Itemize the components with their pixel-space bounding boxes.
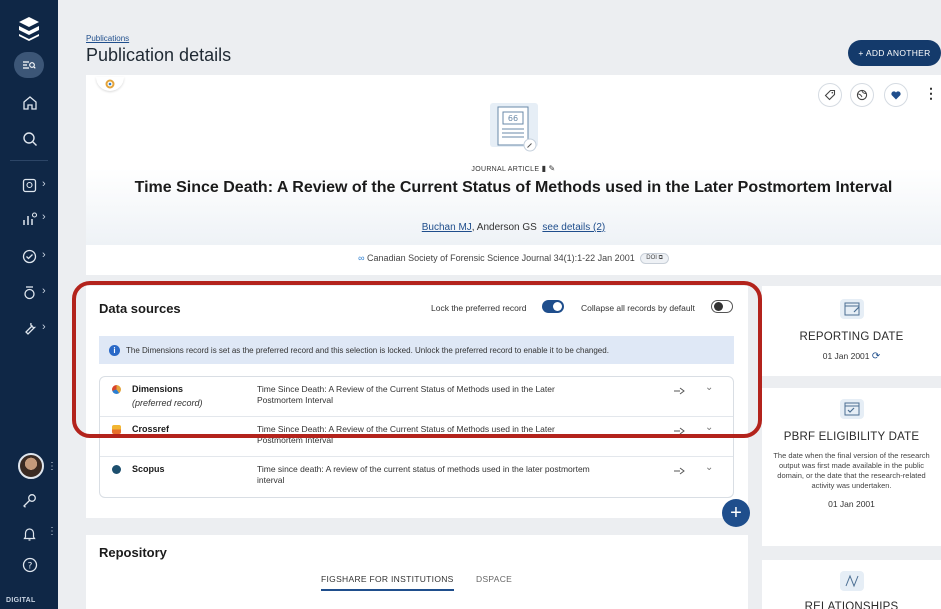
calendar-icon — [762, 286, 941, 325]
notifications-menu-icon[interactable]: ⋮ — [47, 526, 57, 537]
publication-title: Time Since Death: A Review of the Curren… — [134, 179, 893, 196]
reporting-date-title: REPORTING DATE — [799, 331, 904, 343]
journal-info: ∞ Canadian Society of Forensic Science J… — [86, 253, 941, 265]
see-details-link[interactable]: see details (2) — [542, 222, 605, 233]
globe-icon[interactable] — [850, 83, 874, 107]
add-source-button[interactable]: + — [722, 499, 750, 527]
compare-icon[interactable] — [673, 463, 685, 481]
reporting-date-card: REPORTING DATE 01 Jan 2001 ⟳ — [762, 286, 941, 376]
list-item[interactable]: Scopus Time since death: A review of the… — [100, 457, 733, 497]
svg-text:66: 66 — [508, 114, 518, 123]
authors-rest: , Anderson GS — [471, 222, 537, 233]
journal-citation: Canadian Society of Forensic Science Jou… — [367, 253, 635, 263]
lock-icon: ▮ — [541, 164, 547, 173]
record-search-icon — [22, 178, 37, 192]
breadcrumb[interactable]: Publications — [86, 34, 129, 43]
source-name: Scopus — [132, 464, 165, 474]
chevron-right-icon: › — [42, 211, 46, 223]
nav-item-records[interactable]: › — [0, 170, 58, 200]
avatar[interactable] — [18, 453, 44, 479]
search-menu-icon[interactable] — [14, 52, 44, 78]
chevron-right-icon: › — [42, 178, 46, 190]
journal-article-icon: 66 — [486, 101, 542, 153]
pbrf-eligibility-card: PBRF ELIGIBILITY DATE The date when the … — [762, 388, 941, 546]
repository-card: Repository FIGSHARE FOR INSTITUTIONS DSP… — [86, 535, 748, 609]
pbrf-title: PBRF ELIGIBILITY DATE — [783, 431, 920, 443]
avatar-menu-icon[interactable]: ⋮ — [47, 461, 57, 472]
author-link[interactable]: Buchan MJ — [422, 222, 472, 233]
search-icon[interactable] — [0, 124, 58, 154]
wrench-icon — [25, 322, 37, 335]
tag-icon[interactable] — [818, 83, 842, 107]
pbrf-date: 01 Jan 2001 — [828, 499, 875, 509]
check-circle-icon — [22, 249, 37, 263]
profile-icon — [24, 285, 35, 299]
tab-figshare[interactable]: FIGSHARE FOR INSTITUTIONS — [321, 574, 454, 591]
favorite-heart-icon[interactable] — [884, 83, 908, 107]
add-another-button[interactable]: + ADD ANOTHER — [848, 40, 941, 66]
nav-item-profiles[interactable]: › — [0, 277, 58, 307]
key-icon[interactable] — [0, 485, 58, 515]
help-icon[interactable]: ? — [0, 550, 58, 580]
chevron-right-icon: › — [42, 285, 46, 297]
page-title: Publication details — [86, 45, 232, 65]
relationships-icon — [762, 560, 941, 597]
app-logo-icon[interactable] — [17, 16, 41, 42]
calendar-check-icon — [762, 388, 941, 425]
chevron-right-icon: › — [42, 321, 46, 333]
reporting-date-value: 01 Jan 2001 ⟳ — [822, 351, 881, 362]
tab-dspace[interactable]: DSPACE — [476, 574, 512, 584]
authors-line: Buchan MJ, Anderson GS see details (2) — [86, 222, 941, 233]
journal-link-icon: ∞ — [358, 253, 365, 263]
chevron-right-icon: › — [42, 249, 46, 261]
svg-text:?: ? — [28, 562, 33, 572]
nav-footer-text: DIGITAL — [6, 597, 36, 604]
more-options-icon[interactable]: ⋮ — [924, 85, 938, 102]
pbrf-description: The date when the final version of the r… — [773, 451, 930, 490]
article-type-label: JOURNAL ARTICLE ▮ ✎ — [471, 164, 556, 173]
refresh-icon[interactable]: ⟳ — [872, 351, 880, 362]
nav-item-reports[interactable]: › — [0, 203, 58, 233]
annotation-highlight — [72, 281, 762, 438]
doi-badge[interactable]: DOI ⧉ — [640, 253, 669, 265]
source-title: Time since death: A review of the curren… — [257, 464, 590, 485]
left-nav: › › › › › ⋮ ⋮ ? DIGITAL — [0, 0, 58, 609]
scopus-icon — [112, 465, 121, 474]
copy-icon: ⧉ — [658, 255, 663, 262]
relationships-card: RELATIONSHIPS — [762, 560, 941, 609]
publication-card: ⋮ 66 JOURNAL ARTICLE ▮ ✎ Time Since Deat… — [86, 75, 941, 275]
chevron-down-icon[interactable]: ⌄ — [705, 462, 713, 473]
edit-pencil-icon[interactable]: ✎ — [549, 164, 556, 173]
home-icon[interactable] — [0, 88, 58, 118]
repository-title: Repository — [99, 545, 167, 560]
relationships-title: RELATIONSHIPS — [804, 601, 899, 609]
nav-item-tasks[interactable]: › — [0, 241, 58, 271]
chart-icon — [23, 211, 38, 225]
nav-item-tools[interactable]: › — [0, 313, 58, 343]
nav-divider — [10, 160, 48, 161]
